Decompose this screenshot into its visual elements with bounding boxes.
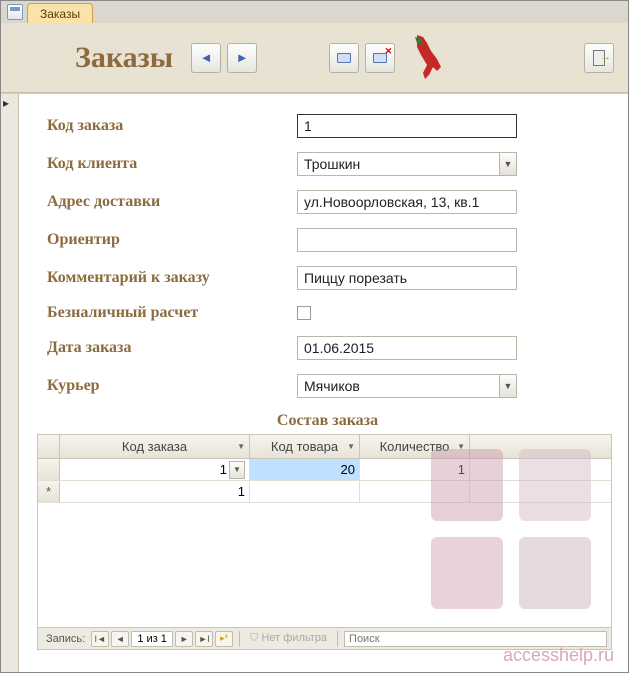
label-order-id: Код заказа [47, 117, 297, 135]
form-icon [7, 4, 23, 20]
col-order-id[interactable]: Код заказа▼ [60, 435, 250, 458]
label-client-id: Код клиента [47, 155, 297, 173]
cell-product-id[interactable] [250, 481, 360, 502]
delete-x-icon: ✕ [385, 46, 393, 57]
order-id-input[interactable] [297, 114, 517, 138]
nav-position-input[interactable] [131, 631, 173, 647]
courier-combo[interactable] [297, 374, 499, 398]
order-date-input[interactable] [297, 336, 517, 360]
address-input[interactable] [297, 190, 517, 214]
page-title: Заказы [75, 41, 173, 75]
label-comment: Комментарий к заказу [47, 269, 297, 287]
cashless-checkbox[interactable] [297, 306, 311, 320]
cell-dropdown-button[interactable]: ▼ [229, 461, 245, 479]
comment-input[interactable] [297, 266, 517, 290]
delete-record-button[interactable]: ✕ [365, 43, 395, 73]
nav-label: Запись: [46, 633, 85, 645]
row-selector[interactable] [38, 459, 60, 480]
label-cashless: Безналичный расчет [47, 304, 297, 322]
cell-order-id[interactable]: 1 [60, 481, 250, 502]
chevron-down-icon: ▼ [347, 442, 355, 451]
exit-icon [593, 50, 605, 66]
label-address: Адрес доставки [47, 193, 297, 211]
client-id-dropdown-button[interactable]: ▼ [499, 152, 517, 176]
cell-product-id[interactable]: 20 [250, 459, 360, 480]
cell-qty[interactable] [360, 481, 470, 502]
client-id-combo[interactable] [297, 152, 499, 176]
record-selector[interactable]: ▸ [1, 94, 19, 672]
new-row-marker: * [38, 481, 60, 502]
cell-order-id[interactable]: 1▼ [60, 459, 250, 480]
nav-last-button[interactable]: ►I [195, 631, 213, 647]
nav-new-button[interactable]: ▸* [215, 631, 233, 647]
chevron-down-icon: ▼ [237, 442, 245, 451]
nav-next-button[interactable]: ► [175, 631, 193, 647]
table-row[interactable]: 1▼ 20 1 [38, 459, 611, 481]
grid-search-input[interactable] [344, 631, 607, 647]
next-record-button[interactable]: ► [227, 43, 257, 73]
landmark-input[interactable] [297, 228, 517, 252]
form-header: Заказы ◄ ► ✕ [1, 23, 628, 93]
close-form-button[interactable] [584, 43, 614, 73]
label-landmark: Ориентир [47, 231, 297, 249]
italy-logo [407, 33, 447, 83]
label-courier: Курьер [47, 377, 297, 395]
grid-header: Код заказа▼ Код товара▼ Количество▼ [38, 435, 611, 459]
filter-indicator[interactable]: ⛉ Нет фильтра [250, 632, 327, 645]
new-record-button[interactable] [329, 43, 359, 73]
col-product-id[interactable]: Код товара▼ [250, 435, 360, 458]
tab-orders[interactable]: Заказы [27, 3, 93, 23]
current-record-marker-icon: ▸ [3, 96, 9, 110]
tab-bar: Заказы [1, 1, 628, 23]
grid-corner[interactable] [38, 435, 60, 458]
nav-prev-button[interactable]: ◄ [111, 631, 129, 647]
label-order-date: Дата заказа [47, 339, 297, 357]
section-title-order-items: Состав заказа [47, 412, 608, 430]
prev-record-button[interactable]: ◄ [191, 43, 221, 73]
chevron-down-icon: ▼ [457, 442, 465, 451]
cell-qty[interactable]: 1 [360, 459, 470, 480]
order-items-grid: Код заказа▼ Код товара▼ Количество▼ 1▼ 2… [37, 434, 612, 650]
new-row[interactable]: * 1 [38, 481, 611, 503]
form-body: ▸ Код заказа Код клиента ▼ Адрес доставк… [1, 93, 628, 672]
record-icon [337, 53, 351, 63]
courier-dropdown-button[interactable]: ▼ [499, 374, 517, 398]
nav-first-button[interactable]: I◄ [91, 631, 109, 647]
grid-record-nav: Запись: I◄ ◄ ► ►I ▸* ⛉ Нет фильтра [38, 627, 611, 649]
col-qty[interactable]: Количество▼ [360, 435, 470, 458]
